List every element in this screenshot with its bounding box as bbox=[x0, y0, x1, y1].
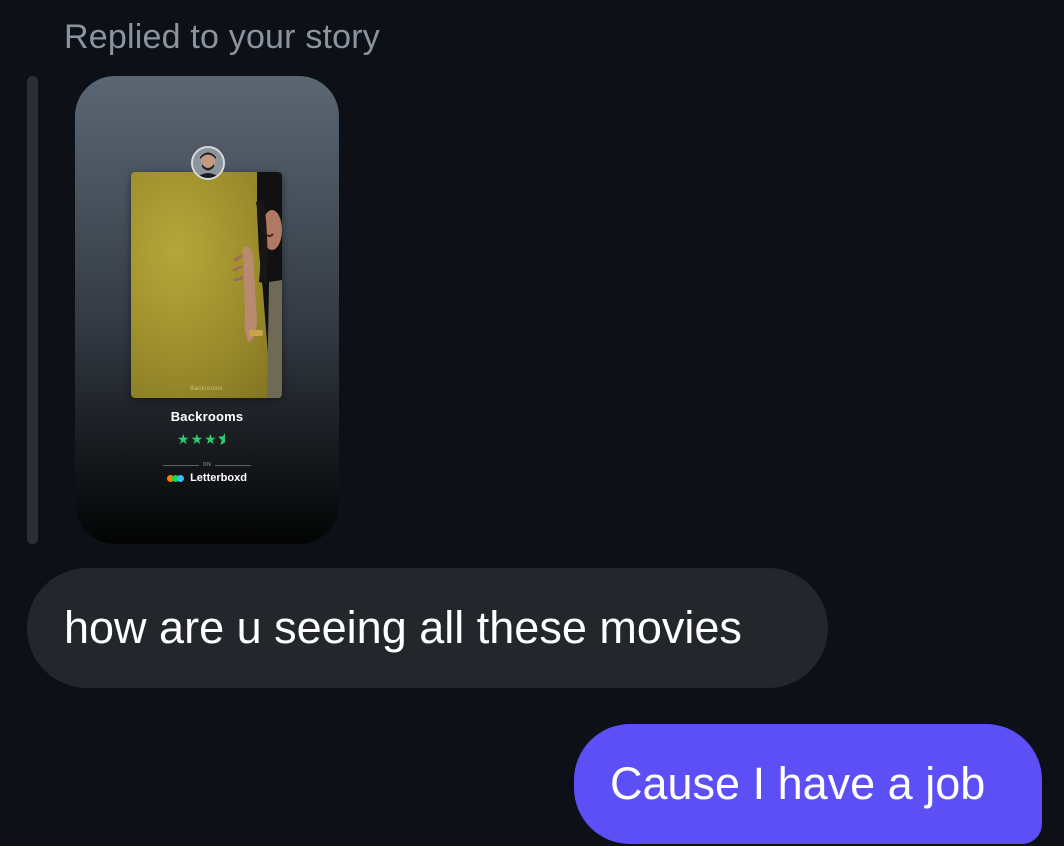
star-icon: ★ bbox=[190, 431, 204, 447]
letterboxd-wordmark: Letterboxd bbox=[190, 472, 247, 484]
reply-context-label: Replied to your story bbox=[64, 18, 381, 56]
poster-figure-image bbox=[232, 172, 282, 398]
received-message-bubble[interactable]: how are u seeing all these movies bbox=[27, 568, 828, 688]
reply-quote-bar bbox=[27, 76, 38, 544]
divider-line bbox=[163, 464, 199, 466]
movie-title: Backrooms bbox=[170, 409, 244, 424]
letterboxd-dots-icon bbox=[167, 474, 185, 482]
on-divider: ON bbox=[163, 460, 251, 470]
on-label: ON bbox=[202, 462, 212, 468]
divider-line bbox=[215, 464, 251, 466]
movie-poster: Backrooms bbox=[131, 172, 282, 398]
story-preview-card[interactable]: Backrooms Backrooms ★ ★ ★ ON Letterboxd bbox=[75, 76, 339, 544]
sent-message-bubble[interactable]: Cause I have a job bbox=[574, 724, 1042, 844]
letterboxd-logo: Letterboxd bbox=[75, 472, 339, 484]
avatar-image bbox=[193, 148, 223, 178]
story-author-avatar[interactable] bbox=[191, 146, 225, 180]
half-star-icon bbox=[217, 433, 225, 445]
star-icon: ★ bbox=[204, 431, 217, 447]
star-rating: ★ ★ ★ bbox=[177, 432, 226, 446]
star-icon: ★ bbox=[177, 431, 190, 447]
poster-caption: Backrooms bbox=[190, 386, 223, 392]
